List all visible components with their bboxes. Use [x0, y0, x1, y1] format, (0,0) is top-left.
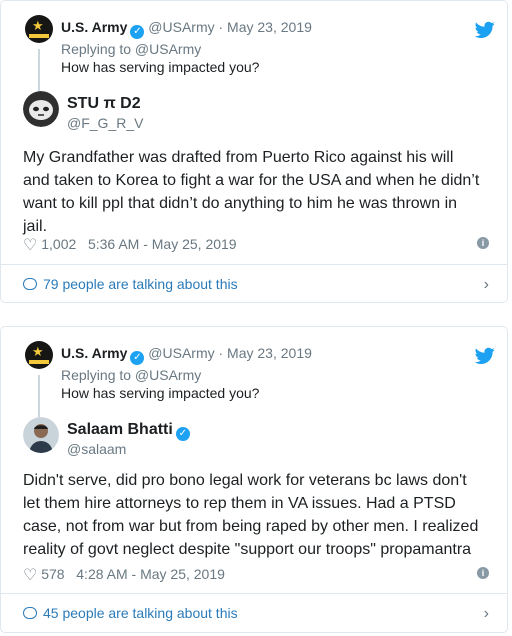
army-logo-icon[interactable]: ★ — [25, 15, 53, 43]
chevron-right-icon[interactable]: › — [484, 276, 489, 294]
parent-text: How has serving impacted you? — [61, 59, 260, 75]
divider — [1, 264, 507, 265]
tweet-timestamp[interactable]: 4:28 AM - May 25, 2019 — [76, 566, 225, 582]
parent-text: How has serving impacted you? — [61, 385, 260, 401]
like-count[interactable]: 578 — [41, 566, 64, 582]
parent-header: U.S. Army ✓ @USArmy · May 23, 2019 — [61, 345, 312, 365]
info-icon[interactable]: i — [477, 567, 489, 579]
reply-author-handle[interactable]: @F_G_R_V — [67, 115, 143, 131]
tweet-text-line: and taken to Korea to fight a war for th… — [23, 172, 480, 189]
parent-date[interactable]: · May 23, 2019 — [219, 345, 312, 361]
tweet-text: Didn't serve, did pro bono legal work fo… — [23, 469, 501, 561]
twitter-bird-icon[interactable] — [475, 347, 495, 365]
thread-line — [38, 49, 40, 93]
replying-to[interactable]: Replying to @USArmy — [61, 41, 201, 57]
like-count[interactable]: 1,002 — [41, 236, 76, 252]
reply-author[interactable]: STU π D2 @F_G_R_V — [23, 91, 483, 135]
speech-bubble-icon — [23, 607, 37, 619]
reply-author-name[interactable]: Salaam Bhatti ✓ — [67, 421, 190, 441]
reply-author-name[interactable]: STU π D2 — [67, 95, 141, 113]
conversation-link[interactable]: 79 people are talking about this › — [23, 276, 489, 298]
conversation-link[interactable]: 45 people are talking about this › — [23, 605, 489, 627]
chevron-right-icon[interactable]: › — [484, 605, 489, 623]
heart-icon[interactable]: ♡ — [23, 567, 37, 584]
parent-author-handle[interactable]: @USArmy — [148, 19, 214, 35]
replying-to[interactable]: Replying to @USArmy — [61, 367, 201, 383]
parent-tweet[interactable]: ★ U.S. Army ✓ @USArmy · May 23, 2019 Repl… — [25, 341, 495, 419]
thread-line — [38, 375, 40, 419]
avatar[interactable] — [23, 417, 59, 453]
tweet-timestamp[interactable]: 5:36 AM - May 25, 2019 — [88, 236, 237, 252]
tweet-text-line: want to kill ppl that didn’t do anything… — [23, 195, 458, 212]
tweet-text-line: case, not from war but from being raped … — [23, 518, 479, 535]
tweet-text-line: Didn't serve, did pro bono legal work fo… — [23, 472, 467, 489]
verified-badge-icon: ✓ — [130, 351, 145, 365]
parent-author-name[interactable]: U.S. Army — [61, 19, 127, 35]
army-logo-icon[interactable]: ★ — [25, 341, 53, 369]
person-avatar-icon — [23, 417, 59, 453]
tweet-text-line: let them hire attorneys to rep them in V… — [23, 495, 456, 512]
tweet-meta: ♡ 578 4:28 AM - May 25, 2019 i — [23, 565, 489, 585]
avatar[interactable] — [23, 91, 59, 127]
talking-text[interactable]: 79 people are talking about this — [43, 276, 238, 292]
reply-author-handle[interactable]: @salaam — [67, 441, 126, 457]
stormtrooper-avatar-icon — [23, 91, 59, 127]
parent-author-name[interactable]: U.S. Army — [61, 345, 127, 361]
verified-badge-icon: ✓ — [175, 427, 190, 441]
heart-icon[interactable]: ♡ — [23, 237, 37, 254]
tweet-text-line: My Grandfather was drafted from Puerto R… — [23, 149, 454, 166]
talking-text[interactable]: 45 people are talking about this — [43, 605, 238, 621]
parent-header: U.S. Army ✓ @USArmy · May 23, 2019 — [61, 19, 312, 39]
info-icon[interactable]: i — [477, 237, 489, 249]
reply-author-name-text[interactable]: Salaam Bhatti — [67, 421, 173, 438]
tweet-meta: ♡ 1,002 5:36 AM - May 25, 2019 i — [23, 235, 489, 255]
tweet-text: My Grandfather was drafted from Puerto R… — [23, 146, 501, 238]
tweet-card-1: ★ U.S. Army ✓ @USArmy · May 23, 2019 Repl… — [0, 0, 508, 303]
tweet-text-line: reality of govt neglect despite "support… — [23, 541, 472, 558]
reply-author[interactable]: Salaam Bhatti ✓ @salaam — [23, 417, 483, 461]
verified-badge-icon: ✓ — [130, 25, 145, 39]
parent-author-handle[interactable]: @USArmy — [148, 345, 214, 361]
card-gap — [0, 303, 512, 326]
tweet-card-2: ★ U.S. Army ✓ @USArmy · May 23, 2019 Repl… — [0, 326, 508, 633]
parent-tweet[interactable]: ★ U.S. Army ✓ @USArmy · May 23, 2019 Repl… — [25, 15, 495, 93]
divider — [1, 593, 507, 594]
speech-bubble-icon — [23, 278, 37, 290]
parent-date[interactable]: · May 23, 2019 — [219, 19, 312, 35]
twitter-bird-icon[interactable] — [475, 21, 495, 39]
